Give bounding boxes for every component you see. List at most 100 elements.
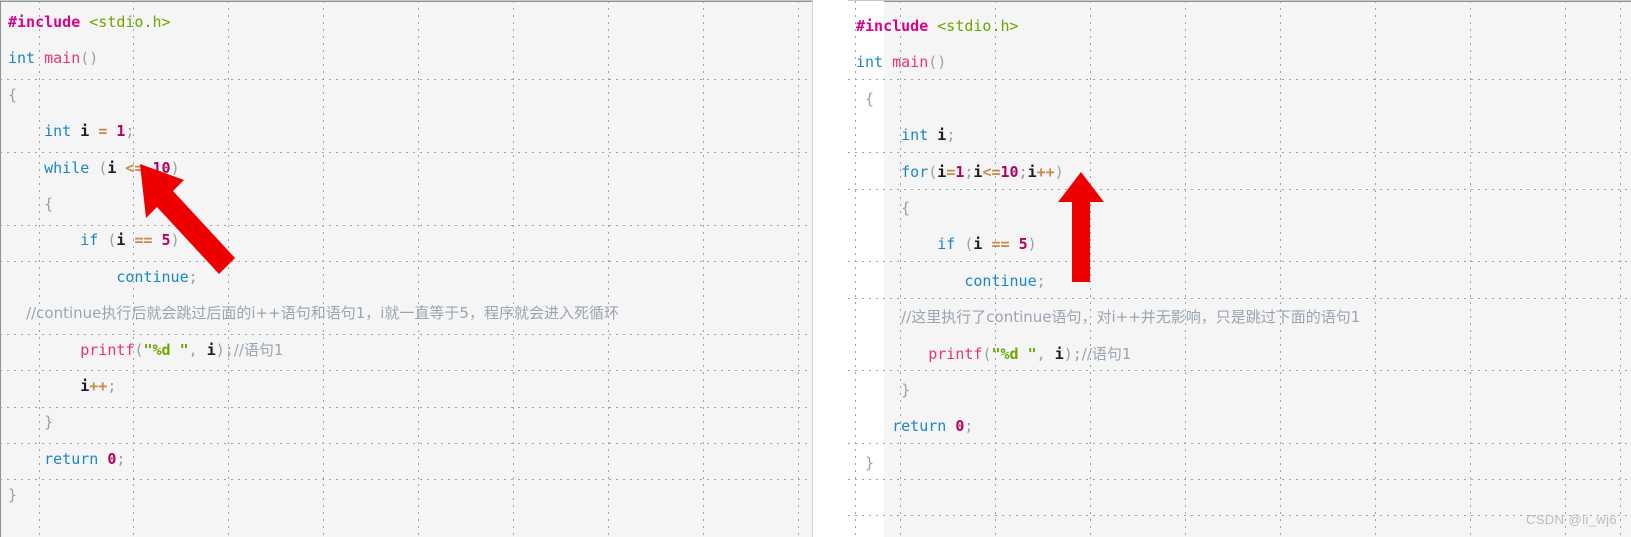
continue-keyword: continue [116,267,189,286]
code-line: if (i == 5) [856,226,1360,262]
semicolon: ; [125,122,135,141]
preprocessor-directive: #include [856,17,929,35]
variable: i [937,126,947,145]
paren: ) [89,49,99,68]
statement-comment: //语句1 [1081,344,1132,363]
code-line: if (i == 5) [8,222,619,258]
variable: i [937,162,947,181]
code-line: continue; [8,259,619,295]
paren: ( [928,162,938,181]
code-line: return 0; [8,441,619,477]
include-header: <stdio.h> [89,13,171,31]
for-keyword: for [901,162,929,181]
code-line: { [8,186,619,222]
paren: ) [215,340,225,359]
semicolon: ; [1072,344,1082,363]
while-keyword: while [44,158,90,177]
variable: i [1027,162,1037,181]
code-line: printf("%d ", i);//语句1 [856,336,1360,372]
explanation-comment: //这里执行了continue语句，对i++并无影响，只是跳过下面的语句1 [901,308,1361,327]
include-header: <stdio.h> [937,17,1019,35]
brace: } [865,453,875,472]
code-line: printf("%d ", i);//语句1 [8,332,619,368]
variable: i [206,340,216,359]
code-line: int main() [856,44,1360,80]
semicolon: ; [1018,162,1028,181]
code-line: #include <stdio.h> [8,4,619,40]
csdn-watermark: CSDN @li_wj6 [1526,512,1617,527]
code-line: { [856,190,1360,226]
code-line: int i; [856,117,1360,153]
code-line: return 0; [856,408,1360,444]
variable: i [116,231,126,250]
paren: ( [80,49,90,68]
semicolon: ; [224,340,234,359]
paren: ) [170,231,180,250]
printf-call: printf [80,340,135,359]
statement-comment: //语句1 [233,340,284,359]
paren: ) [937,53,947,72]
variable: i [80,376,90,395]
semicolon: ; [188,267,198,286]
type-keyword: int [901,126,929,145]
code-line: //continue执行后就会跳过后面的i++语句和语句1，i就一直等于5，程序… [8,295,619,331]
paren: ( [98,158,108,177]
code-line: } [856,372,1360,408]
variable: i [107,158,117,177]
semicolon: ; [116,449,126,468]
number: 5 [1018,235,1028,254]
semicolon: ; [107,376,117,395]
function-name: main [44,49,81,68]
number: 10 [1000,162,1019,181]
left-source-code[interactable]: #include <stdio.h> int main(){ int i = 1;… [8,4,619,513]
operator: == [134,231,153,250]
paren: ) [170,158,180,177]
code-line: i++; [8,368,619,404]
code-line: //这里执行了continue语句，对i++并无影响，只是跳过下面的语句1 [856,299,1360,335]
function-name: main [892,53,929,72]
format-string: "%d " [991,344,1037,363]
code-line: #include <stdio.h> [856,8,1360,44]
variable: i [80,122,90,141]
code-line: } [856,445,1360,481]
paren: ( [928,53,938,72]
brace: } [44,413,54,432]
return-keyword: return [892,417,947,436]
code-line: for(i=1;i<=10;i++) [856,154,1360,190]
semicolon: ; [964,417,974,436]
brace: { [901,198,911,217]
right-source-code[interactable]: #include <stdio.h> int main() { int i; fo… [856,8,1360,481]
increment-operator: ++ [89,376,108,395]
operator: <= [125,158,144,177]
comma: , [188,340,198,359]
number: 5 [161,231,171,250]
operator: = [946,162,956,181]
return-keyword: return [44,449,99,468]
code-line: { [856,81,1360,117]
code-line: continue; [856,263,1360,299]
number: 10 [152,158,171,177]
printf-call: printf [928,344,983,363]
paren: ) [1054,162,1064,181]
brace: { [865,89,875,108]
code-line: { [8,77,619,113]
code-line: } [8,404,619,440]
semicolon: ; [1036,271,1046,290]
type-keyword: int [856,53,884,72]
operator: = [98,122,108,141]
variable: i [1054,344,1064,363]
semicolon: ; [946,126,956,145]
preprocessor-directive: #include [8,13,81,31]
if-keyword: if [937,235,956,254]
variable: i [973,235,983,254]
code-line: while (i <= 10) [8,150,619,186]
continue-keyword: continue [964,271,1037,290]
increment-operator: ++ [1036,162,1055,181]
code-line: } [8,477,619,513]
paren: ) [1027,235,1037,254]
comma: , [1036,344,1046,363]
type-keyword: int [8,49,36,68]
panel-separator [813,0,848,537]
brace: } [8,486,18,505]
explanation-comment: //continue执行后就会跳过后面的i++语句和语句1，i就一直等于5，程序… [26,304,619,323]
